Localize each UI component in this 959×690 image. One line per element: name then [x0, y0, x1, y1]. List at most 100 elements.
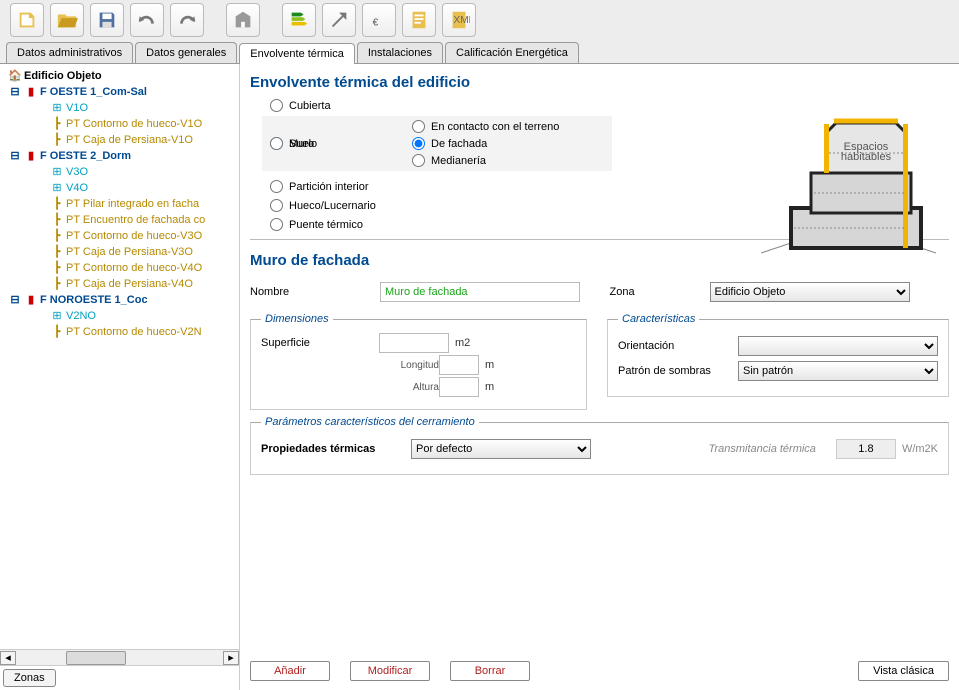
add-button[interactable]: Añadir	[250, 661, 330, 681]
modify-button[interactable]: Modificar	[350, 661, 430, 681]
shadow-label: Patrón de sombras	[618, 365, 738, 377]
transmittance-label: Transmitancia térmica	[709, 443, 816, 455]
tree-item[interactable]: PT Contorno de hueco-V1O	[66, 116, 202, 132]
tab-general[interactable]: Datos generales	[135, 42, 237, 63]
redo-button[interactable]	[170, 3, 204, 37]
tab-rating[interactable]: Calificación Energética	[445, 42, 579, 63]
window-icon: ⊞	[50, 165, 64, 179]
radio-floor[interactable]: Suelo	[270, 137, 400, 150]
bridge-icon: ┣	[50, 133, 64, 147]
horizontal-scrollbar[interactable]: ◂ ▸	[0, 649, 239, 665]
tree-item[interactable]: V3O	[66, 164, 88, 180]
tree-root[interactable]: Edificio Objeto	[24, 68, 102, 84]
building-section-diagram: Espacios habitables	[761, 68, 951, 268]
tab-admin[interactable]: Datos administrativos	[6, 42, 133, 63]
transmittance-value	[836, 439, 896, 459]
export-arrow-button[interactable]	[322, 3, 356, 37]
surface-unit: m2	[455, 337, 470, 349]
transmittance-unit: W/m2K	[902, 443, 938, 455]
xml-button[interactable]: XML	[442, 3, 476, 37]
svg-text:XML: XML	[454, 15, 471, 26]
therm-prop-label: Propiedades térmicas	[261, 443, 411, 455]
length-input[interactable]	[439, 355, 479, 375]
tab-install[interactable]: Instalaciones	[357, 42, 443, 63]
bridge-icon: ┣	[50, 213, 64, 227]
window-icon: ⊞	[50, 309, 64, 323]
tree-item[interactable]: V1O	[66, 100, 88, 116]
tree-item[interactable]: PT Contorno de hueco-V2N	[66, 324, 202, 340]
orientation-select[interactable]	[738, 336, 938, 356]
height-input[interactable]	[439, 377, 479, 397]
tree-item[interactable]: PT Caja de Persiana-V4O	[66, 276, 193, 292]
radio-hole[interactable]: Hueco/Lucernario	[270, 199, 400, 212]
radio-sub-ground[interactable]: En contacto con el terreno	[412, 120, 559, 133]
params-fieldset: Parámetros característicos del cerramien…	[250, 416, 949, 475]
length-label: Longitud	[379, 360, 439, 371]
window-icon: ⊞	[50, 181, 64, 195]
radio-cover[interactable]: Cubierta	[270, 99, 400, 112]
tree-item[interactable]: V2NO	[66, 308, 96, 324]
height-unit: m	[485, 381, 494, 393]
tree-facade-3[interactable]: F NOROESTE 1_Coc	[40, 292, 148, 308]
tree-sidebar: 🏠Edificio Objeto ⊟▮F OESTE 1_Com-Sal ⊞V1…	[0, 64, 240, 690]
bridge-icon: ┣	[50, 261, 64, 275]
tree-facade-2[interactable]: F OESTE 2_Dorm	[40, 148, 131, 164]
report-button[interactable]	[402, 3, 436, 37]
main-panel: Espacios habitables Envolvente térmica d…	[240, 64, 959, 690]
tree-item[interactable]: PT Caja de Persiana-V1O	[66, 132, 193, 148]
energy-label-button[interactable]	[282, 3, 316, 37]
undo-button[interactable]	[130, 3, 164, 37]
scroll-right-icon[interactable]: ▸	[223, 651, 239, 665]
delete-button[interactable]: Borrar	[450, 661, 530, 681]
tree[interactable]: 🏠Edificio Objeto ⊟▮F OESTE 1_Com-Sal ⊞V1…	[0, 64, 239, 649]
params-legend: Parámetros característicos del cerramien…	[261, 416, 479, 428]
building-icon: 🏠	[8, 69, 22, 83]
open-file-button[interactable]	[50, 3, 84, 37]
dim-legend: Dimensiones	[261, 313, 333, 325]
bridge-icon: ┣	[50, 325, 64, 339]
svg-text:habitables: habitables	[841, 151, 892, 163]
euro-button[interactable]: €	[362, 3, 396, 37]
shadow-select[interactable]: Sin patrón	[738, 361, 938, 381]
tree-item[interactable]: PT Pilar integrado en facha	[66, 196, 199, 212]
bridge-icon: ┣	[50, 245, 64, 259]
scroll-thumb[interactable]	[66, 651, 126, 665]
wall-icon: ▮	[24, 149, 38, 163]
save-button[interactable]	[90, 3, 124, 37]
bridge-icon: ┣	[50, 117, 64, 131]
dimensions-fieldset: Dimensiones Superficie m2 Longitud m	[250, 313, 587, 410]
bridge-icon: ┣	[50, 277, 64, 291]
tree-item[interactable]: PT Caja de Persiana-V3O	[66, 244, 193, 260]
char-legend: Características	[618, 313, 699, 325]
tree-facade-1[interactable]: F OESTE 1_Com-Sal	[40, 84, 147, 100]
expand-icon[interactable]: ⊟	[8, 149, 22, 163]
zones-button[interactable]: Zonas	[3, 669, 56, 687]
height-label: Altura	[379, 382, 439, 393]
new-file-button[interactable]	[10, 3, 44, 37]
expand-icon[interactable]: ⊟	[8, 293, 22, 307]
radio-sub-median[interactable]: Medianería	[412, 154, 559, 167]
building-button[interactable]	[226, 3, 260, 37]
classic-view-button[interactable]: Vista clásica	[858, 661, 949, 681]
therm-prop-select[interactable]: Por defecto	[411, 439, 591, 459]
scroll-left-icon[interactable]: ◂	[0, 651, 16, 665]
characteristics-fieldset: Características Orientación Patrón de so…	[607, 313, 949, 397]
surface-input[interactable]	[379, 333, 449, 353]
expand-icon[interactable]: ⊟	[8, 85, 22, 99]
tree-item[interactable]: PT Encuentro de fachada co	[66, 212, 205, 228]
name-input[interactable]	[380, 282, 580, 302]
tree-item[interactable]: PT Contorno de hueco-V3O	[66, 228, 202, 244]
radio-bridge[interactable]: Puente térmico	[270, 218, 400, 231]
wall-icon: ▮	[24, 85, 38, 99]
bridge-icon: ┣	[50, 197, 64, 211]
main-toolbar: € XML	[0, 0, 959, 40]
zone-select[interactable]: Edificio Objeto	[710, 282, 910, 302]
bridge-icon: ┣	[50, 229, 64, 243]
radio-sub-facade[interactable]: De fachada	[412, 137, 559, 150]
tree-item[interactable]: PT Contorno de hueco-V4O	[66, 260, 202, 276]
orient-label: Orientación	[618, 340, 738, 352]
tree-item[interactable]: V4O	[66, 180, 88, 196]
radio-partition[interactable]: Partición interior	[270, 180, 400, 193]
main-tabs: Datos administrativos Datos generales En…	[0, 40, 959, 64]
tab-envelope[interactable]: Envolvente térmica	[239, 43, 355, 64]
